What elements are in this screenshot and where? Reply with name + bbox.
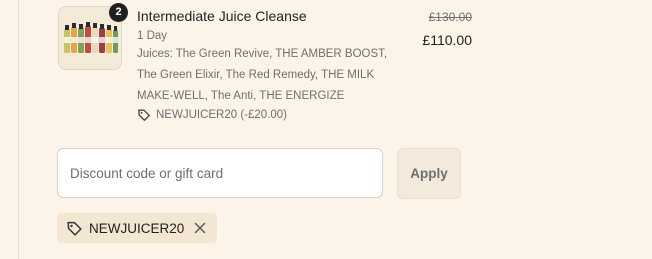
tag-icon (138, 109, 150, 121)
applied-discount-code: NEWJUICER20 (89, 220, 185, 236)
applied-discount-chip: NEWJUICER20 (57, 213, 218, 243)
close-icon (195, 222, 206, 234)
product-variant: 1 Day (137, 30, 168, 42)
apply-discount-button[interactable]: Apply (397, 148, 461, 199)
remove-discount-button[interactable] (192, 220, 208, 236)
line-discount-text: NEWJUICER20 (-£20.00) (156, 109, 288, 121)
line-discount: NEWJUICER20 (-£20.00) (137, 108, 287, 122)
product-name: Intermediate Juice Cleanse (137, 8, 307, 24)
discounted-price: £110.00 (422, 32, 472, 48)
cart-line-item: 2 Intermediate Juice Cleanse 1 Day Juice… (58, 3, 472, 130)
original-price: £130.00 (428, 10, 472, 24)
discount-code-input[interactable] (57, 148, 383, 198)
quantity-badge: 2 (109, 3, 128, 22)
product-juices-list: Juices: The Green Revive, THE AMBER BOOS… (137, 48, 388, 102)
column-divider (18, 0, 19, 259)
product-thumbnail: 2 (58, 3, 128, 70)
tag-icon (67, 221, 82, 236)
